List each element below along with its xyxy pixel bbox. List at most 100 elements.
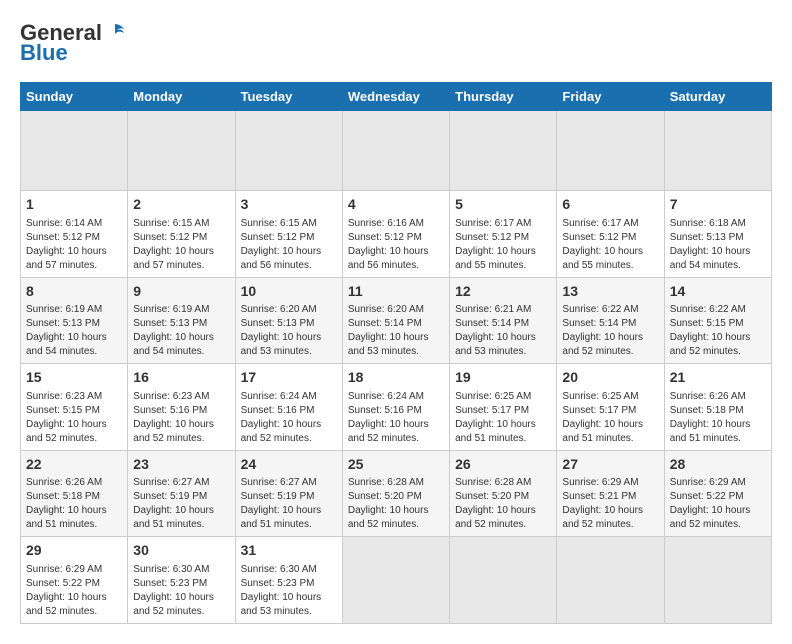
day-info: Sunrise: 6:17 AMSunset: 5:12 PMDaylight:… [562, 217, 658, 273]
day-info: Sunrise: 6:15 AMSunset: 5:12 PMDaylight:… [133, 217, 229, 273]
calendar-cell: 2Sunrise: 6:15 AMSunset: 5:12 PMDaylight… [128, 191, 235, 278]
calendar-cell: 8Sunrise: 6:19 AMSunset: 5:13 PMDaylight… [21, 277, 128, 364]
day-info: Sunrise: 6:21 AMSunset: 5:14 PMDaylight:… [455, 303, 551, 359]
day-info: Sunrise: 6:17 AMSunset: 5:12 PMDaylight:… [455, 217, 551, 273]
calendar-cell: 27Sunrise: 6:29 AMSunset: 5:21 PMDayligh… [557, 450, 664, 537]
day-number: 10 [241, 282, 337, 302]
page-header: General Blue [20, 20, 772, 66]
day-info: Sunrise: 6:19 AMSunset: 5:13 PMDaylight:… [26, 303, 122, 359]
day-info: Sunrise: 6:28 AMSunset: 5:20 PMDaylight:… [348, 476, 444, 532]
calendar-cell: 12Sunrise: 6:21 AMSunset: 5:14 PMDayligh… [450, 277, 557, 364]
calendar-week-3: 15Sunrise: 6:23 AMSunset: 5:15 PMDayligh… [21, 364, 772, 451]
calendar-cell [664, 111, 771, 191]
day-number: 22 [26, 455, 122, 475]
day-info: Sunrise: 6:18 AMSunset: 5:13 PMDaylight:… [670, 217, 766, 273]
day-info: Sunrise: 6:27 AMSunset: 5:19 PMDaylight:… [133, 476, 229, 532]
calendar-cell: 1Sunrise: 6:14 AMSunset: 5:12 PMDaylight… [21, 191, 128, 278]
col-header-wednesday: Wednesday [342, 83, 449, 111]
calendar-cell: 11Sunrise: 6:20 AMSunset: 5:14 PMDayligh… [342, 277, 449, 364]
day-info: Sunrise: 6:29 AMSunset: 5:22 PMDaylight:… [26, 563, 122, 619]
day-info: Sunrise: 6:30 AMSunset: 5:23 PMDaylight:… [133, 563, 229, 619]
day-info: Sunrise: 6:23 AMSunset: 5:15 PMDaylight:… [26, 390, 122, 446]
col-header-friday: Friday [557, 83, 664, 111]
calendar-cell: 6Sunrise: 6:17 AMSunset: 5:12 PMDaylight… [557, 191, 664, 278]
day-number: 3 [241, 195, 337, 215]
day-info: Sunrise: 6:14 AMSunset: 5:12 PMDaylight:… [26, 217, 122, 273]
day-info: Sunrise: 6:29 AMSunset: 5:22 PMDaylight:… [670, 476, 766, 532]
col-header-tuesday: Tuesday [235, 83, 342, 111]
calendar-cell: 3Sunrise: 6:15 AMSunset: 5:12 PMDaylight… [235, 191, 342, 278]
day-number: 19 [455, 368, 551, 388]
day-info: Sunrise: 6:25 AMSunset: 5:17 PMDaylight:… [455, 390, 551, 446]
day-info: Sunrise: 6:26 AMSunset: 5:18 PMDaylight:… [26, 476, 122, 532]
col-header-monday: Monday [128, 83, 235, 111]
calendar-cell: 31Sunrise: 6:30 AMSunset: 5:23 PMDayligh… [235, 537, 342, 624]
calendar-cell [557, 537, 664, 624]
calendar-week-2: 8Sunrise: 6:19 AMSunset: 5:13 PMDaylight… [21, 277, 772, 364]
col-header-saturday: Saturday [664, 83, 771, 111]
calendar-cell: 9Sunrise: 6:19 AMSunset: 5:13 PMDaylight… [128, 277, 235, 364]
day-number: 15 [26, 368, 122, 388]
calendar-cell [235, 111, 342, 191]
calendar-cell: 10Sunrise: 6:20 AMSunset: 5:13 PMDayligh… [235, 277, 342, 364]
day-number: 4 [348, 195, 444, 215]
calendar-week-1: 1Sunrise: 6:14 AMSunset: 5:12 PMDaylight… [21, 191, 772, 278]
calendar-cell: 4Sunrise: 6:16 AMSunset: 5:12 PMDaylight… [342, 191, 449, 278]
logo-blue: Blue [20, 40, 68, 66]
calendar-table: SundayMondayTuesdayWednesdayThursdayFrid… [20, 82, 772, 624]
calendar-cell: 20Sunrise: 6:25 AMSunset: 5:17 PMDayligh… [557, 364, 664, 451]
calendar-cell: 18Sunrise: 6:24 AMSunset: 5:16 PMDayligh… [342, 364, 449, 451]
day-number: 29 [26, 541, 122, 561]
calendar-cell [450, 537, 557, 624]
day-number: 30 [133, 541, 229, 561]
calendar-week-5: 29Sunrise: 6:29 AMSunset: 5:22 PMDayligh… [21, 537, 772, 624]
col-header-thursday: Thursday [450, 83, 557, 111]
day-info: Sunrise: 6:20 AMSunset: 5:13 PMDaylight:… [241, 303, 337, 359]
day-number: 18 [348, 368, 444, 388]
day-info: Sunrise: 6:25 AMSunset: 5:17 PMDaylight:… [562, 390, 658, 446]
day-info: Sunrise: 6:26 AMSunset: 5:18 PMDaylight:… [670, 390, 766, 446]
day-number: 12 [455, 282, 551, 302]
calendar-cell [557, 111, 664, 191]
calendar-cell: 15Sunrise: 6:23 AMSunset: 5:15 PMDayligh… [21, 364, 128, 451]
day-number: 7 [670, 195, 766, 215]
day-number: 6 [562, 195, 658, 215]
logo: General Blue [20, 20, 126, 66]
day-info: Sunrise: 6:28 AMSunset: 5:20 PMDaylight:… [455, 476, 551, 532]
day-info: Sunrise: 6:22 AMSunset: 5:14 PMDaylight:… [562, 303, 658, 359]
calendar-cell: 14Sunrise: 6:22 AMSunset: 5:15 PMDayligh… [664, 277, 771, 364]
calendar-cell [450, 111, 557, 191]
day-number: 20 [562, 368, 658, 388]
calendar-cell: 5Sunrise: 6:17 AMSunset: 5:12 PMDaylight… [450, 191, 557, 278]
day-info: Sunrise: 6:23 AMSunset: 5:16 PMDaylight:… [133, 390, 229, 446]
calendar-week-4: 22Sunrise: 6:26 AMSunset: 5:18 PMDayligh… [21, 450, 772, 537]
calendar-cell: 28Sunrise: 6:29 AMSunset: 5:22 PMDayligh… [664, 450, 771, 537]
day-info: Sunrise: 6:30 AMSunset: 5:23 PMDaylight:… [241, 563, 337, 619]
calendar-cell: 17Sunrise: 6:24 AMSunset: 5:16 PMDayligh… [235, 364, 342, 451]
day-number: 23 [133, 455, 229, 475]
day-info: Sunrise: 6:29 AMSunset: 5:21 PMDaylight:… [562, 476, 658, 532]
day-info: Sunrise: 6:19 AMSunset: 5:13 PMDaylight:… [133, 303, 229, 359]
calendar-cell: 21Sunrise: 6:26 AMSunset: 5:18 PMDayligh… [664, 364, 771, 451]
calendar-cell: 19Sunrise: 6:25 AMSunset: 5:17 PMDayligh… [450, 364, 557, 451]
calendar-cell: 16Sunrise: 6:23 AMSunset: 5:16 PMDayligh… [128, 364, 235, 451]
calendar-week-0 [21, 111, 772, 191]
day-number: 31 [241, 541, 337, 561]
day-number: 11 [348, 282, 444, 302]
day-info: Sunrise: 6:20 AMSunset: 5:14 PMDaylight:… [348, 303, 444, 359]
day-number: 1 [26, 195, 122, 215]
logo-bird-icon [104, 20, 126, 42]
day-number: 2 [133, 195, 229, 215]
calendar-cell [342, 537, 449, 624]
calendar-cell: 13Sunrise: 6:22 AMSunset: 5:14 PMDayligh… [557, 277, 664, 364]
day-info: Sunrise: 6:27 AMSunset: 5:19 PMDaylight:… [241, 476, 337, 532]
day-number: 26 [455, 455, 551, 475]
day-number: 17 [241, 368, 337, 388]
day-number: 5 [455, 195, 551, 215]
calendar-cell: 7Sunrise: 6:18 AMSunset: 5:13 PMDaylight… [664, 191, 771, 278]
day-number: 21 [670, 368, 766, 388]
calendar-cell: 22Sunrise: 6:26 AMSunset: 5:18 PMDayligh… [21, 450, 128, 537]
calendar-cell: 25Sunrise: 6:28 AMSunset: 5:20 PMDayligh… [342, 450, 449, 537]
calendar-cell: 29Sunrise: 6:29 AMSunset: 5:22 PMDayligh… [21, 537, 128, 624]
calendar-cell [664, 537, 771, 624]
